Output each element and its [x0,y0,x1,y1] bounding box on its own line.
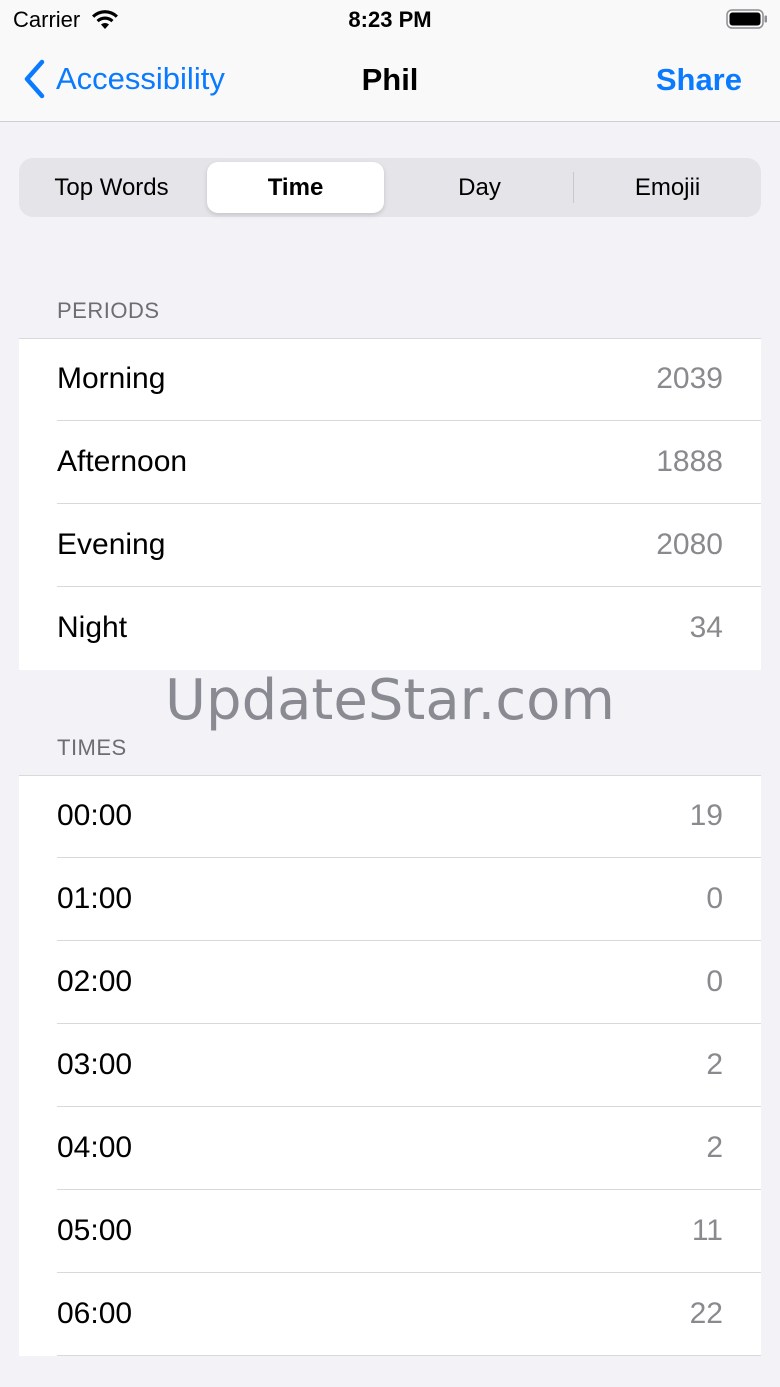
period-row-night[interactable]: Night 34 [19,587,761,670]
watermark-text: UpdateStar.com [165,668,615,733]
row-value: 19 [689,799,723,832]
time-row-0000[interactable]: 00:00 19 [19,775,761,858]
segment-divider [573,172,574,203]
row-label: Afternoon [57,445,188,478]
time-row-0300[interactable]: 03:00 2 [19,1024,761,1107]
periods-section-header: PERIODS [57,298,160,323]
segment-emojii[interactable]: Emojii [579,162,756,213]
time-row-0600[interactable]: 06:00 22 [19,1273,761,1356]
time-row-0500[interactable]: 05:00 11 [19,1190,761,1273]
battery-icon [726,9,767,29]
segment-time[interactable]: Time [207,162,384,213]
period-row-morning[interactable]: Morning 2039 [19,338,761,421]
row-label: 00:00 [57,799,133,832]
row-label: Night [57,611,128,644]
time-row-0100[interactable]: 01:00 0 [19,858,761,941]
row-value: 1888 [656,445,723,478]
row-value: 0 [706,882,723,915]
row-label: 05:00 [57,1214,133,1247]
periods-table: Morning 2039 Afternoon 1888 Evening 2080… [19,338,761,670]
navigation-bar: Accessibility Phil Share [0,40,780,122]
row-label: Evening [57,528,166,561]
times-table: 00:00 19 01:00 0 02:00 0 03:00 2 04:00 2… [19,775,761,1356]
segment-top-words[interactable]: Top Words [23,162,200,213]
segmented-control: Top Words Time Day Emojii [19,158,761,217]
row-value: 2 [706,1048,723,1081]
row-label: 04:00 [57,1131,133,1164]
row-label: 06:00 [57,1297,133,1330]
status-time: 8:23 PM [348,7,432,32]
screen: Carrier 8:23 PM Accessibility Phil Share… [0,0,780,1387]
row-label: 01:00 [57,882,133,915]
row-label: 03:00 [57,1048,133,1081]
period-row-afternoon[interactable]: Afternoon 1888 [19,421,761,504]
row-label: Morning [57,362,166,395]
row-value: 0 [706,965,723,998]
share-button[interactable]: Share [656,62,742,98]
row-value: 22 [689,1297,723,1330]
period-row-evening[interactable]: Evening 2080 [19,504,761,587]
status-bar: Carrier 8:23 PM [0,0,780,40]
row-value: 2080 [656,528,723,561]
row-value: 2 [706,1131,723,1164]
segment-day[interactable]: Day [391,162,568,213]
row-value: 34 [689,611,723,644]
row-label: 02:00 [57,965,133,998]
row-separator [57,1355,761,1356]
row-value: 11 [691,1214,723,1247]
time-row-0400[interactable]: 04:00 2 [19,1107,761,1190]
time-row-0200[interactable]: 02:00 0 [19,941,761,1024]
times-section-header: TIMES [57,735,127,760]
row-value: 2039 [656,362,723,395]
